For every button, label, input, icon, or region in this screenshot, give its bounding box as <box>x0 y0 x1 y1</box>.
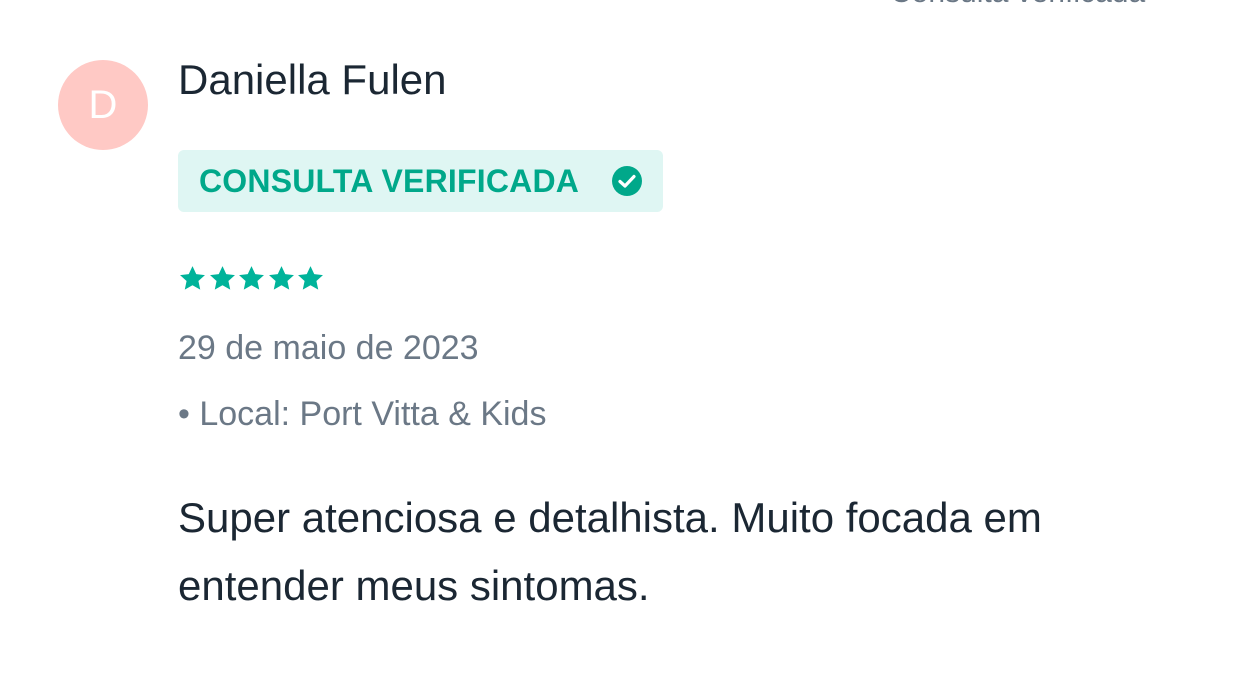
avatar: D <box>58 60 148 150</box>
cutoff-previous-text: Consulta verificada <box>890 0 1145 10</box>
review-date: 29 de maio de 2023 <box>178 329 479 367</box>
review-content: Daniella Fulen CONSULTA VERIFICADA 29 de… <box>178 52 1188 620</box>
star-rating <box>178 262 1188 294</box>
reviewer-name: Daniella Fulen <box>178 56 447 103</box>
avatar-initial: D <box>88 82 118 127</box>
star-icon <box>180 265 205 290</box>
review-text: Super atenciosa e detalhista. Muito foca… <box>178 494 1042 609</box>
review-location: • Local: Port Vitta & Kids <box>178 395 547 433</box>
verified-badge: CONSULTA VERIFICADA <box>178 150 664 212</box>
review-card: Consulta verificada D Daniella Fulen CON… <box>0 0 1234 700</box>
star-icon <box>239 265 264 290</box>
star-icon <box>298 265 323 290</box>
check-circle-icon <box>611 165 643 197</box>
star-icon <box>209 265 235 290</box>
star-icon <box>268 265 294 290</box>
verified-label: CONSULTA VERIFICADA <box>199 162 580 199</box>
